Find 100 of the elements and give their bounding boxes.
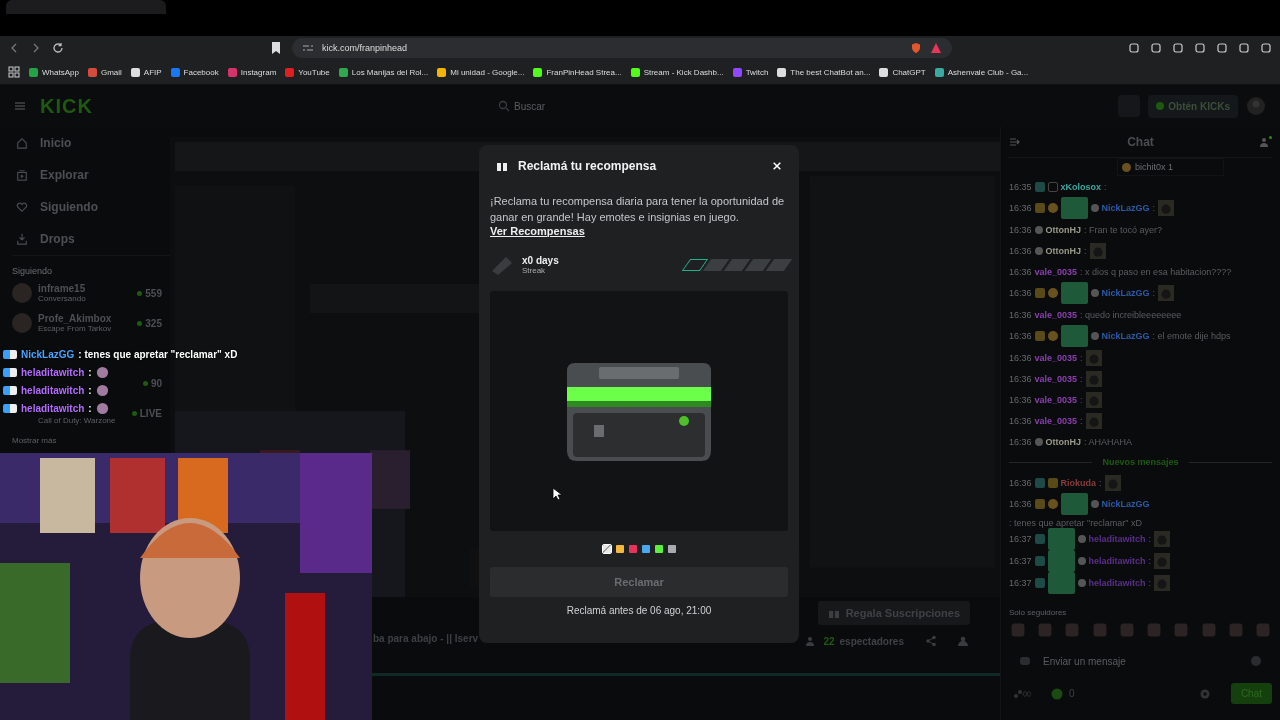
chat-username[interactable]: NickLazGG <box>1101 331 1150 341</box>
points-icon[interactable] <box>1013 687 1031 700</box>
viewer-count: 22 <box>823 635 835 647</box>
share-icon[interactable] <box>925 635 937 647</box>
bookmark-icon[interactable] <box>270 42 282 54</box>
new-messages-divider: Nuevos mensajes <box>1102 457 1179 467</box>
browse-icon <box>16 169 28 181</box>
channel-category: Conversando <box>38 294 87 303</box>
toolbar-icon[interactable] <box>1216 42 1228 54</box>
pinned-gifter[interactable]: bichit0x 1 <box>1117 158 1224 176</box>
toolbar-icon[interactable] <box>1260 42 1272 54</box>
chat-username[interactable]: NickLazGG <box>1101 499 1150 509</box>
chat-username[interactable]: vale_0035 <box>1034 373 1078 384</box>
chat-username[interactable]: heladitawitch <box>1088 578 1146 588</box>
nav-item[interactable]: Explorar <box>0 159 170 191</box>
chat-username[interactable]: xKolosox <box>1060 181 1102 192</box>
menu-icon[interactable] <box>14 100 26 112</box>
coin-icon <box>1047 499 1058 509</box>
toolbar-icon[interactable] <box>1194 42 1206 54</box>
badge-icon <box>1034 181 1045 192</box>
chat-username[interactable]: OttonHJ <box>1045 436 1082 447</box>
nav-item[interactable]: Siguiendo <box>0 191 170 223</box>
message-text: : quedo increibleeeeeeee <box>1080 309 1182 320</box>
chat-title: Chat <box>1127 135 1154 149</box>
message-text: : x dios q paso en esa habitacion???? <box>1080 266 1232 277</box>
user-avatar-icon[interactable] <box>1246 96 1266 116</box>
message-time: 16:37 <box>1009 578 1032 588</box>
message-text: : el emote dije hdps <box>1152 331 1231 341</box>
chat-username[interactable]: NickLazGG <box>1101 203 1150 213</box>
kick-logo[interactable]: KICK <box>40 94 93 118</box>
message-time: 16:37 <box>1009 534 1032 544</box>
nav-item[interactable]: Inicio <box>0 127 170 159</box>
show-more-link[interactable]: Mostrar más <box>12 436 57 445</box>
chat-input[interactable]: Enviar un mensaje <box>1009 647 1272 675</box>
stream-title: ba para abajo - || Iserv <box>373 633 479 646</box>
chat-username[interactable]: heladitawitch <box>1088 556 1146 566</box>
triangle-icon[interactable] <box>930 42 942 54</box>
shield-icon[interactable] <box>910 42 922 54</box>
chat-mode-label: Solo seguidores <box>1009 608 1068 617</box>
bookmark-link[interactable]: YouTube <box>285 67 330 77</box>
message-text: : tenes que apretar "reclamar" xD <box>1009 518 1142 528</box>
user-icon <box>1090 289 1099 297</box>
bookmark-link[interactable]: Mi unidad - Google... <box>437 67 525 77</box>
message-text: : <box>1099 477 1102 488</box>
message-text: : <box>1104 181 1107 192</box>
bookmark-link[interactable]: AFIP <box>130 67 162 77</box>
message-time: 16:36 <box>1009 352 1032 363</box>
kick-coin-icon <box>1156 102 1165 110</box>
message-text: : <box>1084 245 1087 256</box>
search-field[interactable]: Buscar <box>490 96 788 117</box>
chat-username[interactable]: vale_0035 <box>1034 309 1078 320</box>
bookmark-link[interactable]: Ashenvale Club - Ga... <box>934 67 1029 77</box>
badge-icon <box>1034 556 1045 566</box>
bookmark-link[interactable]: Los Manijas del Rol... <box>338 67 429 77</box>
coin-icon <box>1047 331 1058 341</box>
channel-name[interactable]: inframe15 <box>38 283 132 294</box>
chat-username[interactable]: vale_0035 <box>1034 352 1078 363</box>
settings-icon[interactable] <box>1198 687 1211 700</box>
bookmark-link[interactable]: Facebook <box>170 67 219 77</box>
toolbar-icon[interactable] <box>1128 42 1140 54</box>
chat-username[interactable]: OttonHJ <box>1045 224 1082 235</box>
bookmark-link[interactable]: Stream - Kick Dashb... <box>630 67 724 77</box>
apps-icon[interactable] <box>8 66 20 78</box>
chat-username[interactable]: Riokuda <box>1060 477 1097 488</box>
message-time: 16:36 <box>1009 245 1032 256</box>
message-time: 16:36 <box>1009 203 1032 213</box>
users-icon[interactable] <box>1260 136 1272 148</box>
channel-name[interactable]: Profe_Akimbox <box>38 313 132 324</box>
chat-username[interactable]: vale_0035 <box>1034 394 1078 405</box>
chat-username: NickLazGG <box>21 348 75 360</box>
bookmark-link[interactable]: The best ChatBot an... <box>777 67 871 77</box>
bookmark-link[interactable]: WhatsApp <box>29 67 79 77</box>
chat-username[interactable]: heladitawitch <box>1088 534 1146 544</box>
kick-coin-icon <box>1051 687 1063 700</box>
chat-username[interactable]: OttonHJ <box>1045 245 1082 256</box>
message-text: : AHAHAHA <box>1084 436 1133 447</box>
chat-username: heladitawitch <box>21 366 85 378</box>
message-text: : <box>1080 373 1083 384</box>
reload-icon[interactable] <box>52 42 64 54</box>
address-bar[interactable]: kick.com/franpinhead <box>292 38 952 58</box>
bookmark-link[interactable]: Gmail <box>87 67 122 77</box>
toolbar-icon[interactable] <box>1238 42 1250 54</box>
claim-deadline: Reclamá antes de 06 ago, 21:00 <box>565 605 713 616</box>
coin-icon <box>1047 288 1058 298</box>
toolbar-icon[interactable] <box>1150 42 1162 54</box>
chat-username[interactable]: vale_0035 <box>1034 415 1078 426</box>
bookmark-link[interactable]: Twitch <box>732 67 769 77</box>
follow-icon[interactable] <box>958 635 970 647</box>
bookmark-link[interactable]: Instagram <box>227 67 277 77</box>
nav-item[interactable]: Drops <box>0 223 170 255</box>
site-settings-icon[interactable] <box>302 42 314 54</box>
coin-icon <box>1047 203 1058 213</box>
chat-username[interactable]: NickLazGG <box>1101 288 1150 298</box>
bookmark-link[interactable]: FranPinHead Strea... <box>533 67 622 77</box>
badge-icon <box>1034 534 1045 544</box>
toolbar-icon[interactable] <box>1172 42 1184 54</box>
collapse-icon[interactable] <box>1009 136 1021 148</box>
chat-username[interactable]: vale_0035 <box>1034 266 1078 277</box>
bookmark-link[interactable]: ChatGPT <box>879 67 926 77</box>
heart-icon <box>16 201 28 213</box>
